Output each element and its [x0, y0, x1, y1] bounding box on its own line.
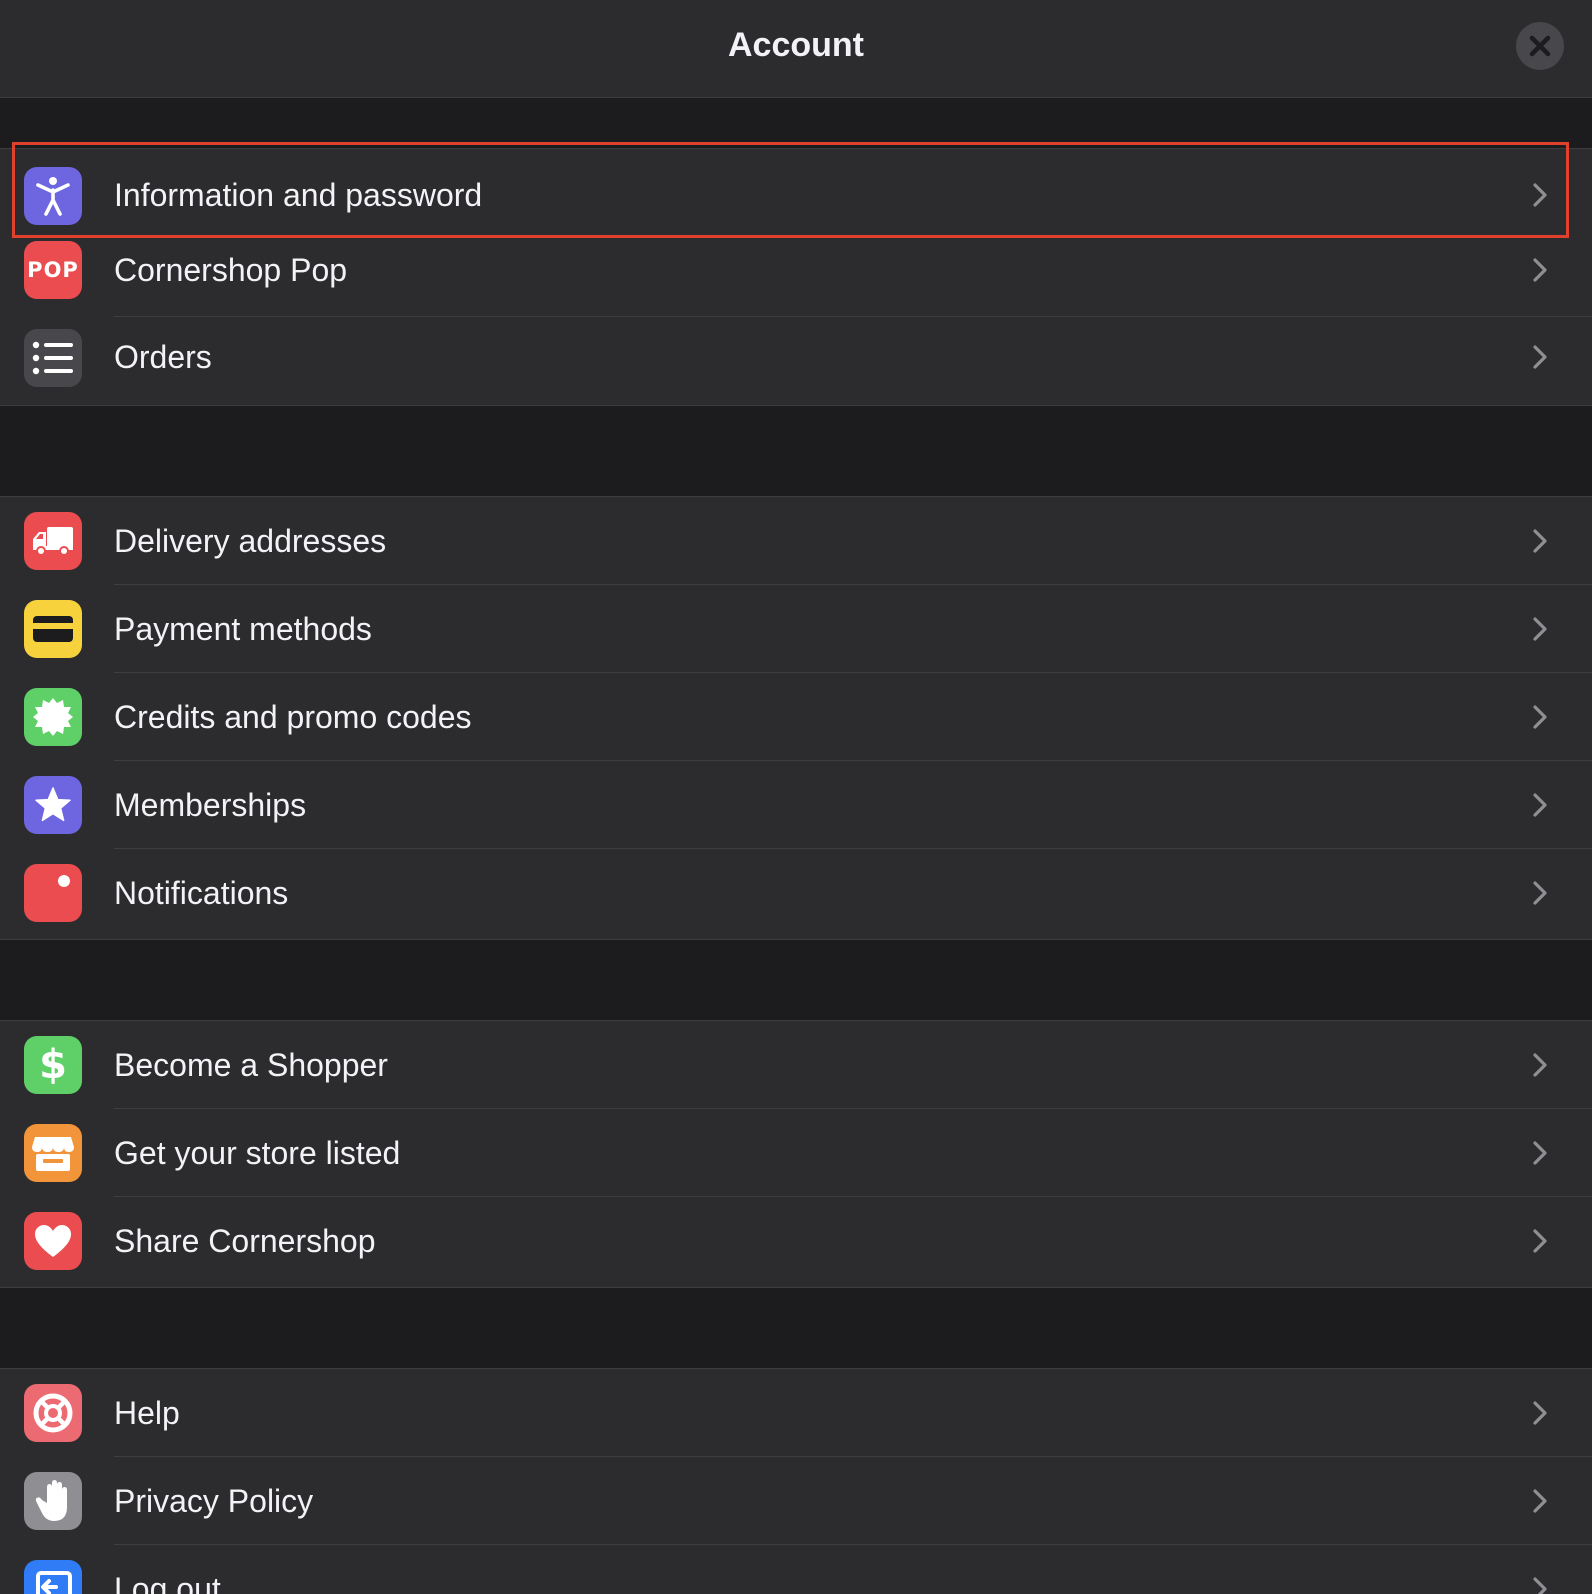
notification-icon	[24, 864, 82, 922]
star-icon	[24, 776, 82, 834]
menu-row-orders[interactable]: Orders	[0, 317, 1592, 405]
menu-row-label: Delivery addresses	[114, 523, 387, 559]
menu-row-label: Log out	[114, 1571, 221, 1594]
menu-row-label: Information and password	[114, 177, 483, 213]
close-button[interactable]	[1516, 22, 1564, 70]
chevron-right-icon	[1533, 705, 1547, 729]
pop-icon: POP	[24, 241, 82, 299]
menu-row-help[interactable]: Help	[0, 1369, 1592, 1457]
chevron-right-icon	[1533, 1577, 1547, 1594]
storefront-icon	[24, 1124, 82, 1182]
menu-row-become-a-shopper[interactable]: $ Become a Shopper	[0, 1021, 1592, 1109]
account-screen: Account Information and password POP Cor…	[0, 0, 1592, 1594]
account-section: Information and password POP Cornershop …	[0, 148, 1592, 406]
menu-row-label: Payment methods	[114, 611, 372, 647]
chevron-right-icon	[1533, 258, 1547, 282]
chevron-right-icon	[1533, 183, 1547, 207]
menu-row-label: Memberships	[114, 787, 307, 823]
chevron-right-icon	[1533, 793, 1547, 817]
navigation-header: Account	[0, 0, 1592, 98]
menu-row-label: Privacy Policy	[114, 1483, 314, 1519]
menu-row-label: Orders	[114, 339, 212, 375]
settings-section: Delivery addresses Payment methods Credi…	[0, 496, 1592, 940]
menu-row-log-out[interactable]: Log out	[0, 1545, 1592, 1594]
menu-row-payment-methods[interactable]: Payment methods	[0, 585, 1592, 673]
menu-row-label: Cornershop Pop	[114, 252, 348, 288]
chevron-right-icon	[1533, 529, 1547, 553]
community-section: $ Become a Shopper Get your store listed	[0, 1020, 1592, 1288]
support-section: Help Privacy Policy Log out	[0, 1368, 1592, 1594]
page-title: Account	[728, 26, 864, 64]
chevron-right-icon	[1533, 1053, 1547, 1077]
menu-row-label: Share Cornershop	[114, 1223, 376, 1259]
badge-icon	[24, 688, 82, 746]
menu-row-delivery-addresses[interactable]: Delivery addresses	[0, 497, 1592, 585]
chevron-right-icon	[1533, 1229, 1547, 1253]
heart-icon	[24, 1212, 82, 1270]
dollar-icon-text: $	[39, 1042, 67, 1088]
hand-icon	[24, 1472, 82, 1530]
chevron-right-icon	[1533, 1489, 1547, 1513]
list-icon	[24, 329, 82, 387]
chevron-right-icon	[1533, 1401, 1547, 1425]
logout-icon	[24, 1560, 82, 1594]
menu-row-information-and-password[interactable]: Information and password	[0, 149, 1592, 237]
menu-row-privacy-policy[interactable]: Privacy Policy	[0, 1457, 1592, 1545]
menu-row-label: Help	[114, 1395, 180, 1431]
menu-row-notifications[interactable]: Notifications	[0, 849, 1592, 937]
dollar-icon: $	[24, 1036, 82, 1094]
menu-row-memberships[interactable]: Memberships	[0, 761, 1592, 849]
chevron-right-icon	[1533, 1141, 1547, 1165]
credit-card-icon	[24, 600, 82, 658]
menu-row-share-cornershop[interactable]: Share Cornershop	[0, 1197, 1592, 1285]
menu-row-credits-and-promo-codes[interactable]: Credits and promo codes	[0, 673, 1592, 761]
pop-icon-text: POP	[27, 258, 79, 282]
chevron-right-icon	[1533, 345, 1547, 369]
menu-row-label: Credits and promo codes	[114, 699, 472, 735]
close-icon	[1529, 35, 1551, 57]
chevron-right-icon	[1533, 881, 1547, 905]
menu-row-label: Notifications	[114, 875, 289, 911]
menu-row-cornershop-pop[interactable]: POP Cornershop Pop	[0, 237, 1592, 317]
menu-row-label: Become a Shopper	[114, 1047, 388, 1083]
accessibility-person-icon	[24, 167, 82, 225]
chevron-right-icon	[1533, 617, 1547, 641]
truck-icon	[24, 512, 82, 570]
lifebuoy-icon	[24, 1384, 82, 1442]
menu-row-label: Get your store listed	[114, 1135, 401, 1171]
menu-row-get-your-store-listed[interactable]: Get your store listed	[0, 1109, 1592, 1197]
